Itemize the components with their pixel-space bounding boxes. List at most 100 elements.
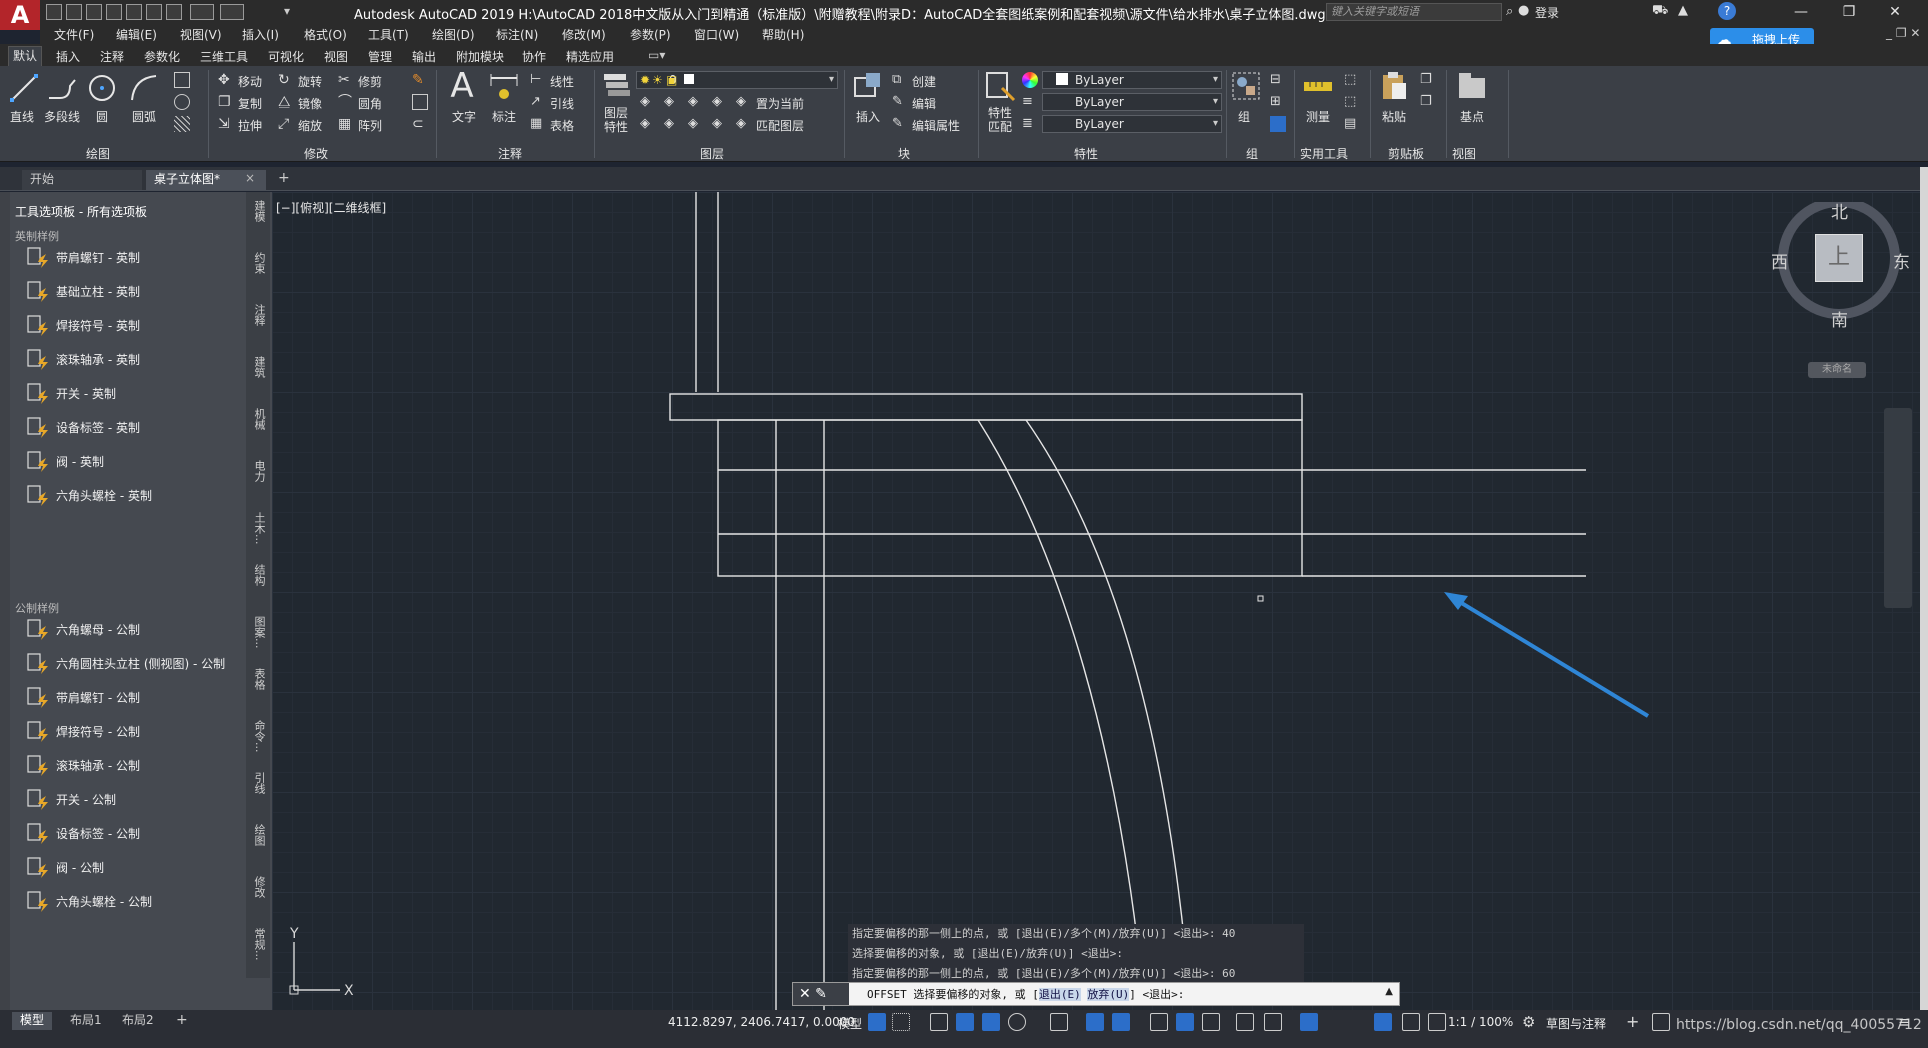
cut-icon[interactable]: ❐ — [1420, 94, 1436, 110]
qat-dropdown-icon[interactable]: ▾ — [284, 4, 294, 20]
viewcube-west[interactable]: 西 — [1771, 248, 1788, 273]
palette-item[interactable]: 六角圆柱头立柱 (侧视图) - 公制 — [22, 650, 246, 676]
tab-start[interactable]: 开始 — [22, 170, 142, 190]
linear-label[interactable]: 线性 — [550, 73, 574, 90]
auto-scale-icon[interactable] — [1402, 1013, 1420, 1031]
tab-collaborate[interactable]: 协作 — [522, 48, 546, 65]
menu-help[interactable]: 帮助(H) — [762, 26, 804, 43]
snap-icon[interactable] — [892, 1013, 910, 1031]
frame-rect[interactable] — [717, 419, 1303, 577]
menu-draw[interactable]: 绘图(D) — [432, 26, 475, 43]
palette-side-tab[interactable]: 表格 — [249, 668, 267, 716]
measure-label[interactable]: 测量 — [1306, 108, 1330, 125]
grid-icon[interactable] — [868, 1013, 886, 1031]
open-web-icon[interactable] — [126, 4, 142, 20]
stretch-label[interactable]: 拉伸 — [238, 117, 262, 134]
create-label[interactable]: 创建 — [912, 73, 936, 90]
polyline-icon[interactable] — [46, 72, 78, 104]
array-label[interactable]: 阵列 — [358, 117, 382, 134]
line-label[interactable]: 直线 — [10, 108, 34, 125]
minimize-button[interactable]: — — [1778, 0, 1824, 24]
mirror-icon[interactable]: ⧋ — [278, 94, 294, 110]
save-icon[interactable] — [86, 4, 102, 20]
drawing[interactable] — [272, 192, 1920, 1010]
tab-featured-apps[interactable]: 精选应用 — [566, 48, 614, 65]
isodraft-icon[interactable] — [1008, 1013, 1026, 1031]
palette-side-tab[interactable]: 建模 — [249, 200, 267, 248]
fillet-icon[interactable]: ⌒ — [338, 94, 354, 110]
ellipse-icon[interactable] — [174, 94, 190, 110]
3d-osnap-icon[interactable] — [1202, 1013, 1220, 1031]
arc-label[interactable]: 圆弧 — [132, 108, 156, 125]
palette-item[interactable]: 带肩螺钉 - 公制 — [22, 684, 246, 710]
palette-item[interactable]: 设备标签 - 英制 — [22, 414, 246, 440]
rotate-label[interactable]: 旋转 — [298, 73, 322, 90]
viewcube-east[interactable]: 东 — [1893, 248, 1910, 273]
add-layout-button[interactable]: + — [168, 1012, 196, 1030]
menu-window[interactable]: 窗口(W) — [694, 26, 739, 43]
layer-unlock-icon[interactable]: ◈ — [712, 116, 728, 132]
linear-dim-icon[interactable]: ⊢ — [530, 72, 546, 88]
hatch-icon[interactable] — [174, 116, 190, 132]
move-icon[interactable]: ✥ — [218, 72, 234, 88]
palette-side-tab[interactable]: 绘图 — [249, 824, 267, 872]
palette-side-tab[interactable]: 土木... — [249, 512, 267, 560]
groups-group-label[interactable]: 组 — [1246, 145, 1258, 162]
palette-side-tab[interactable]: 约束 — [249, 252, 267, 300]
tab-model[interactable]: 模型 — [12, 1012, 53, 1030]
menu-edit[interactable]: 编辑(E) — [116, 26, 157, 43]
copy-clip-icon[interactable]: ❐ — [1420, 72, 1436, 88]
annotation-visibility-icon[interactable] — [1374, 1013, 1392, 1031]
select-all-icon[interactable]: ⬚ — [1344, 94, 1360, 110]
copy-label[interactable]: 复制 — [238, 95, 262, 112]
command-history-toggle-icon[interactable]: ▲ — [1385, 986, 1393, 997]
insert-label[interactable]: 插入 — [856, 108, 880, 125]
menu-file[interactable]: 文件(F) — [54, 26, 94, 43]
palette-item[interactable]: 设备标签 - 公制 — [22, 820, 246, 846]
create-block-icon[interactable]: ⧉ — [892, 72, 908, 88]
coordinate-readout[interactable]: 4112.8297, 2406.7417, 0.0000 — [668, 1015, 855, 1029]
leader-icon[interactable]: ↗ — [530, 94, 546, 110]
a360-icon[interactable]: ▲ — [1678, 3, 1688, 18]
layer-on-icon[interactable]: ◈ — [640, 116, 656, 132]
paste-icon[interactable] — [1378, 70, 1410, 102]
arc-icon[interactable] — [128, 72, 160, 104]
match-layer-label[interactable]: 匹配图层 — [756, 117, 804, 134]
dimension-label[interactable]: 标注 — [492, 108, 516, 125]
menu-modify[interactable]: 修改(M) — [562, 26, 606, 43]
base-label[interactable]: 基点 — [1460, 108, 1484, 125]
infer-icon[interactable] — [930, 1013, 948, 1031]
palette-item[interactable]: 基础立柱 - 英制 — [22, 278, 246, 304]
close-button[interactable]: ✕ — [1872, 0, 1918, 24]
rectangle-icon[interactable] — [174, 72, 190, 88]
object-snap-icon[interactable] — [1086, 1013, 1104, 1031]
viewcube-top-face[interactable]: 上 — [1815, 234, 1863, 282]
tab-parametric[interactable]: 参数化 — [144, 48, 180, 65]
modify-group-label[interactable]: 修改 — [304, 145, 328, 162]
new-tab-button[interactable]: + — [278, 170, 290, 186]
ortho-icon[interactable] — [956, 1013, 974, 1031]
palette-item[interactable]: 滚珠轴承 - 公制 — [22, 752, 246, 778]
doc-window-controls[interactable]: _ ❐ ✕ — [1886, 26, 1920, 40]
workspace-gear-icon[interactable]: ⚙ — [1522, 1013, 1540, 1031]
edit-attr-icon[interactable]: ✎ — [892, 116, 908, 132]
redo-icon[interactable] — [220, 4, 244, 20]
selection-filter-icon[interactable] — [1264, 1013, 1282, 1031]
palette-side-tab[interactable]: 引线 — [249, 772, 267, 820]
lineweight-toggle-icon[interactable] — [1112, 1013, 1130, 1031]
linetype-dropdown[interactable]: ByLayer — [1042, 93, 1222, 111]
option-undo[interactable]: 放弃(U) — [1087, 988, 1130, 1001]
palette-title-strip[interactable] — [0, 192, 10, 1010]
tabletop-rect[interactable] — [669, 393, 1303, 421]
tab-output[interactable]: 输出 — [412, 48, 436, 65]
command-line[interactable]: ✕ ✎ OFFSET 选择要偏移的对象, 或 [退出(E) 放弃(U)] <退出… — [792, 982, 1400, 1006]
calculator-icon[interactable]: ▤ — [1344, 116, 1360, 132]
palette-side-tab[interactable]: 机械 — [249, 408, 267, 456]
palette-side-tab[interactable]: 常规... — [249, 928, 267, 976]
transparency-icon[interactable] — [1150, 1013, 1168, 1031]
group-label[interactable]: 组 — [1238, 108, 1250, 125]
new-file-icon[interactable] — [46, 4, 62, 20]
viewcube[interactable]: 北 南 西 东 上 — [1771, 202, 1915, 352]
polar-icon[interactable] — [982, 1013, 1000, 1031]
edit-block-icon[interactable]: ✎ — [892, 94, 908, 110]
